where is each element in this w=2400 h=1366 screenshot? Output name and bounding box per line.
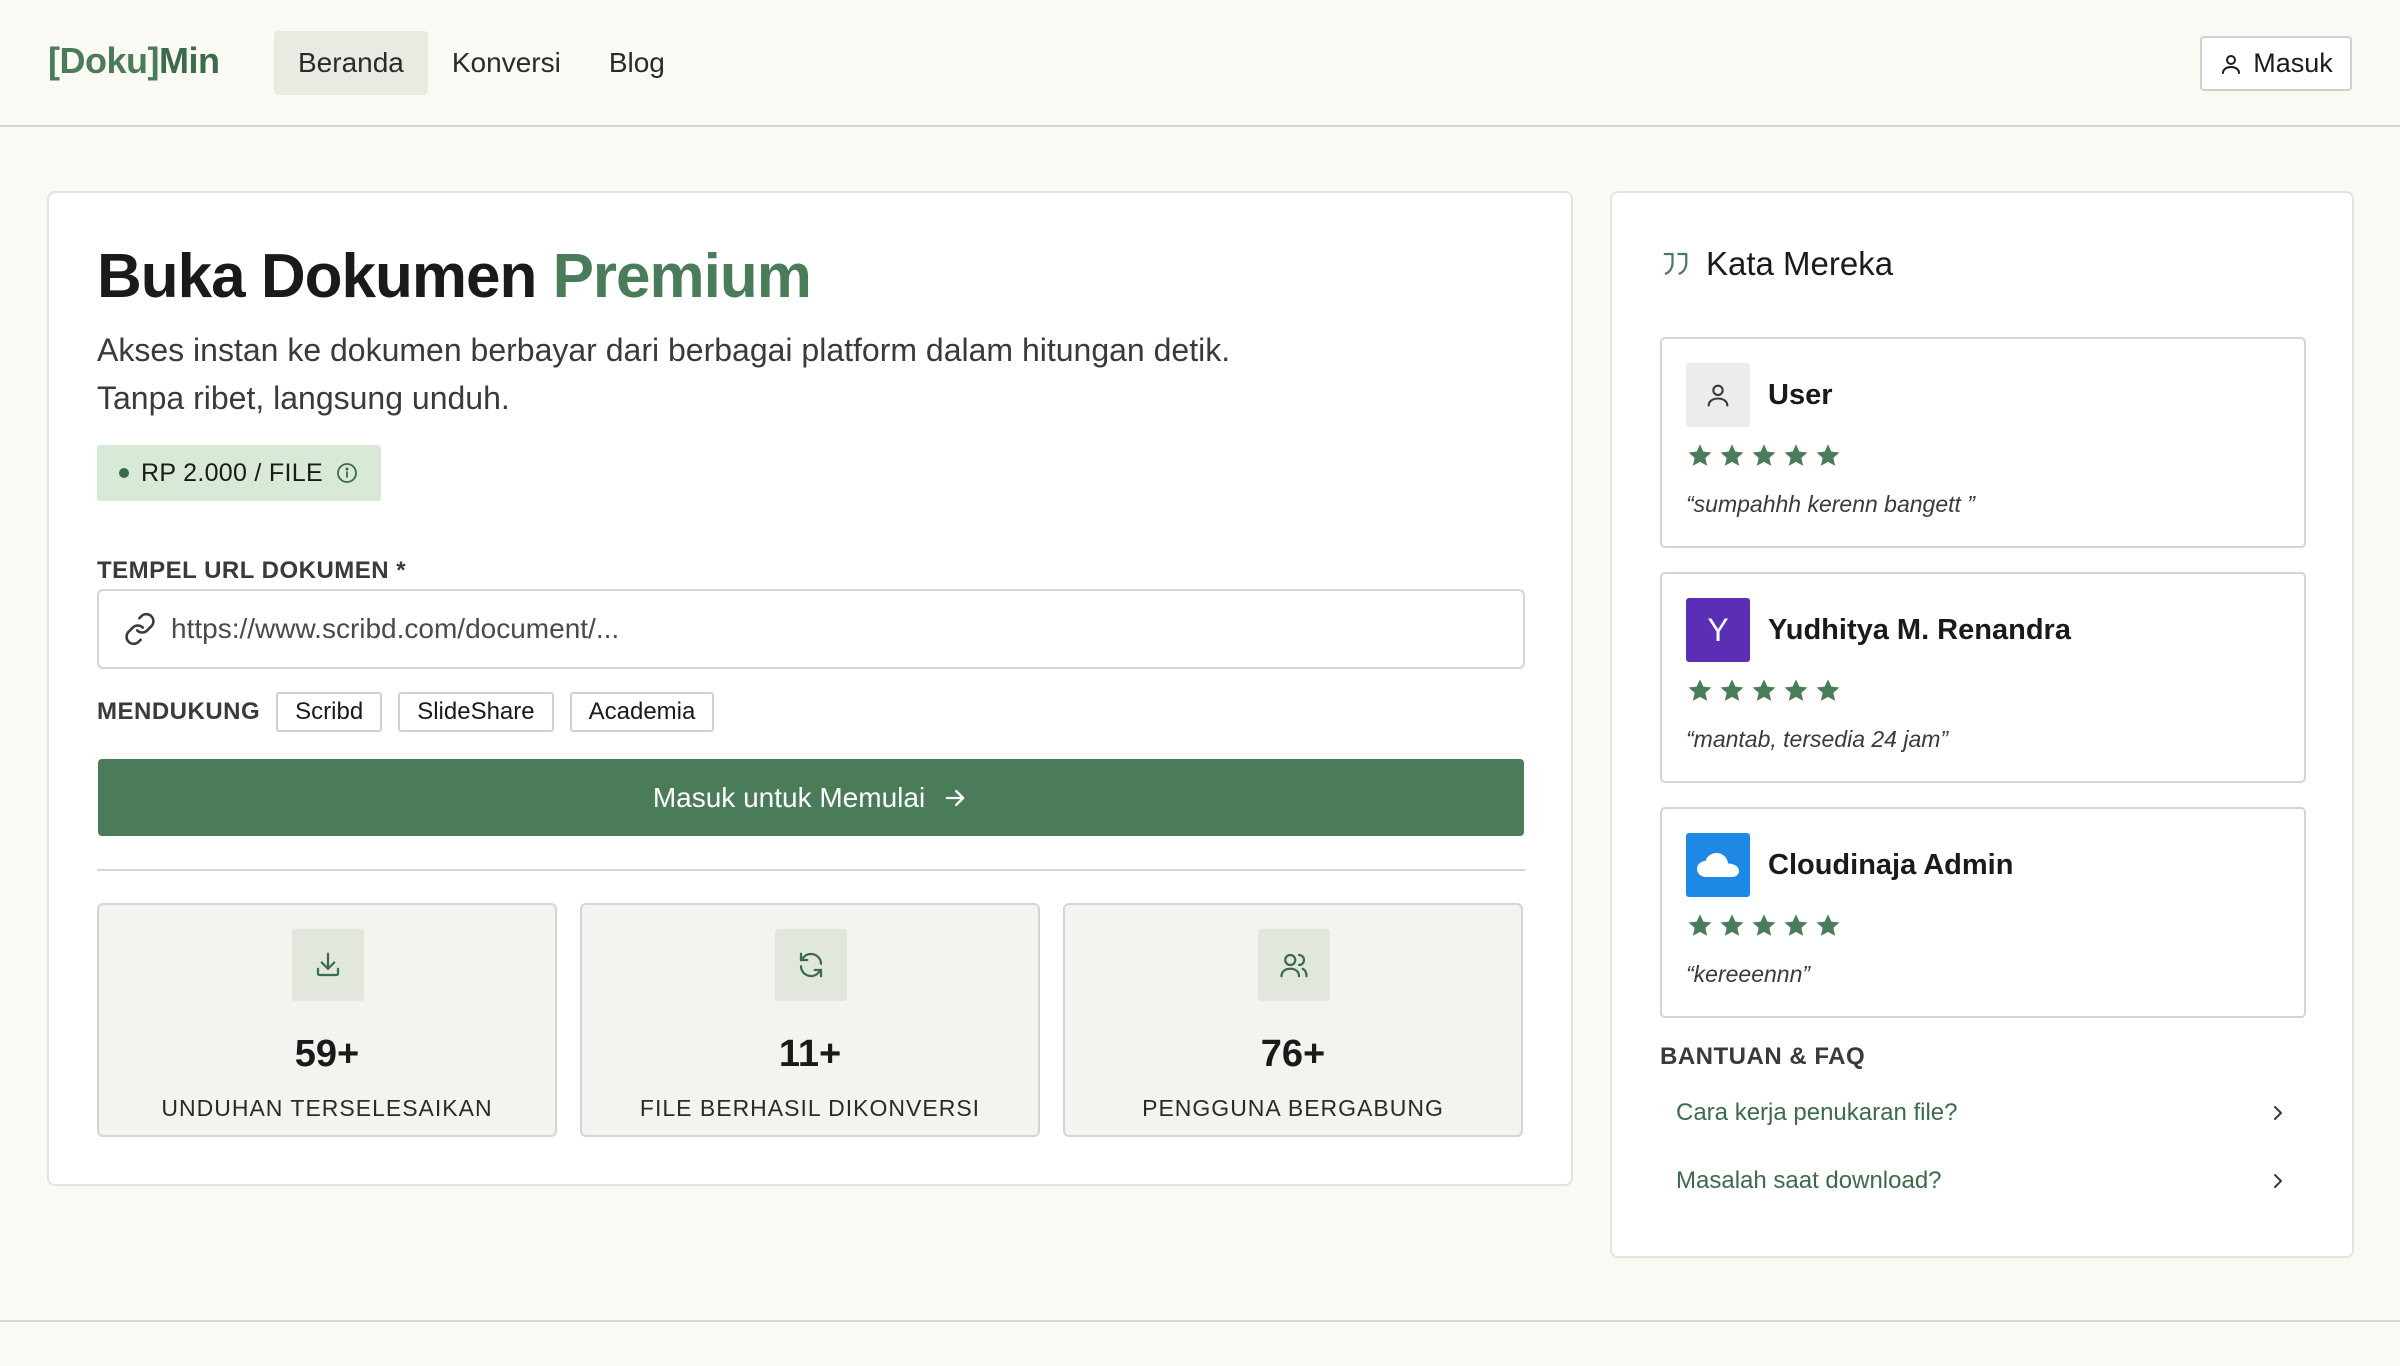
star-icon — [1816, 914, 1840, 936]
platform-chip-academia: Academia — [569, 692, 715, 732]
testimonials-title: Kata Mereka — [1706, 245, 1894, 282]
nav-item-konversi[interactable]: Konversi — [428, 31, 585, 95]
login-button[interactable]: Masuk — [2200, 36, 2352, 91]
stat-value: 76+ — [1260, 1033, 1326, 1075]
avatar-letter: Y — [1707, 611, 1729, 648]
stat-label: PENGGUNA BERGABUNG — [1142, 1095, 1444, 1121]
faq-question: Masalah saat download? — [1676, 1167, 1942, 1194]
nav-item-beranda[interactable]: Beranda — [274, 31, 428, 95]
star-icon — [1816, 444, 1840, 466]
star-icon — [1752, 444, 1776, 466]
url-input[interactable] — [171, 591, 1523, 667]
icon-box — [292, 929, 364, 1001]
star-icon — [1688, 444, 1712, 466]
users-icon — [1280, 953, 1308, 978]
reviewer-name: Cloudinaja Admin — [1768, 849, 2014, 881]
review-quote: “mantab, tersedia 24 jam” — [1686, 726, 1949, 752]
stat-label: FILE BERHASIL DIKONVERSI — [639, 1095, 981, 1121]
price-badge: RP 2.000 / FILE — [97, 445, 381, 501]
info-icon[interactable] — [335, 461, 359, 485]
reviewer-name: Yudhitya M. Renandra — [1768, 614, 2071, 646]
quote-icon — [1663, 252, 1688, 276]
url-input-wrapper[interactable] — [97, 589, 1525, 669]
link-icon — [125, 612, 155, 646]
faq-item-download[interactable]: Masalah saat download? — [1660, 1151, 2306, 1211]
supported-platforms: MENDUKUNG Scribd SlideShare Academia — [97, 692, 715, 732]
review-quote: “sumpahhh kerenn bangett ” — [1686, 491, 1975, 517]
arrow-right-icon — [945, 789, 965, 806]
star-icon — [1720, 444, 1744, 466]
chevron-right-icon — [2274, 1174, 2282, 1188]
stat-card-conversions: 11+ FILE BERHASIL DIKONVERSI — [580, 903, 1040, 1137]
faq-item-exchange[interactable]: Cara kerja penukaran file? — [1660, 1083, 2306, 1143]
title-main: Buka Dokumen — [97, 242, 537, 311]
cloud-logo-icon — [1697, 853, 1739, 877]
avatar — [1686, 833, 1750, 897]
star-icon — [1720, 679, 1744, 701]
download-icon — [316, 952, 340, 977]
avatar — [1686, 363, 1750, 427]
logo-suffix: Min — [158, 40, 220, 81]
start-button[interactable]: Masuk untuk Memulai — [98, 759, 1524, 836]
main-nav: Beranda Konversi Blog — [274, 31, 689, 95]
star-icon — [1688, 679, 1712, 701]
footer-divider — [0, 1320, 2400, 1322]
review-quote: “kereeennn” — [1686, 961, 1811, 987]
avatar: Y — [1686, 598, 1750, 662]
start-button-label: Masuk untuk Memulai — [652, 781, 926, 813]
star-rating — [1686, 677, 1842, 705]
top-header: [Doku]Min Beranda Konversi Blog Masuk — [0, 0, 2400, 127]
star-icon — [1784, 914, 1808, 936]
star-rating — [1686, 912, 1842, 940]
icon-box — [775, 929, 847, 1001]
user-icon — [2222, 54, 2241, 74]
stat-value: 59+ — [294, 1033, 360, 1075]
user-icon — [1707, 384, 1729, 407]
stat-card-downloads: 59+ UNDUHAN TERSELESAIKAN — [97, 903, 557, 1137]
star-icon — [1752, 679, 1776, 701]
url-field-label: TEMPEL URL DOKUMEN * — [97, 557, 407, 584]
logo[interactable]: [Doku]Min — [48, 40, 220, 82]
star-icon — [1752, 914, 1776, 936]
converter-card: Buka Dokumen Premium Akses instan ke dok… — [47, 191, 1573, 1186]
star-icon — [1688, 914, 1712, 936]
refresh-icon — [799, 952, 823, 978]
page-title: Buka Dokumen Premium — [97, 241, 812, 312]
hero-subtitle: Akses instan ke dokumen berbayar dari be… — [97, 332, 1231, 416]
logo-bracket: [Doku] — [48, 40, 159, 81]
status-dot — [119, 468, 129, 478]
platform-chip-scribd: Scribd — [276, 692, 383, 732]
stat-card-users: 76+ PENGGUNA BERGABUNG — [1063, 903, 1523, 1137]
faq-heading: BANTUAN & FAQ — [1660, 1043, 1866, 1070]
star-icon — [1784, 679, 1808, 701]
star-rating — [1686, 442, 1842, 470]
star-icon — [1784, 444, 1808, 466]
platform-chip-slideshare: SlideShare — [398, 692, 554, 732]
faq-question: Cara kerja penukaran file? — [1676, 1099, 1958, 1126]
star-icon — [1720, 914, 1744, 936]
icon-box — [1258, 929, 1330, 1001]
price-label: RP 2.000 / FILE — [141, 458, 323, 487]
star-icon — [1816, 679, 1840, 701]
testimonials-card: Kata Mereka User “sumpahhh kerenn banget… — [1610, 191, 2354, 1258]
reviewer-name: User — [1768, 379, 1833, 411]
divider — [97, 869, 1525, 871]
stat-value: 11+ — [778, 1033, 842, 1075]
login-button-label: Masuk — [2253, 48, 2333, 78]
testimonial-item: Cloudinaja Admin “kereeennn” — [1660, 807, 2306, 1018]
title-accent: Premium — [552, 242, 812, 311]
chevron-right-icon — [2274, 1106, 2282, 1120]
testimonial-item: User “sumpahhh kerenn bangett ” — [1660, 337, 2306, 548]
nav-item-blog[interactable]: Blog — [585, 31, 689, 95]
stat-label: UNDUHAN TERSELESAIKAN — [161, 1095, 493, 1121]
testimonials-heading: Kata Mereka — [1660, 245, 1893, 283]
testimonial-item: Y Yudhitya M. Renandra “mantab, tersedia… — [1660, 572, 2306, 783]
supports-label: MENDUKUNG — [97, 698, 261, 725]
